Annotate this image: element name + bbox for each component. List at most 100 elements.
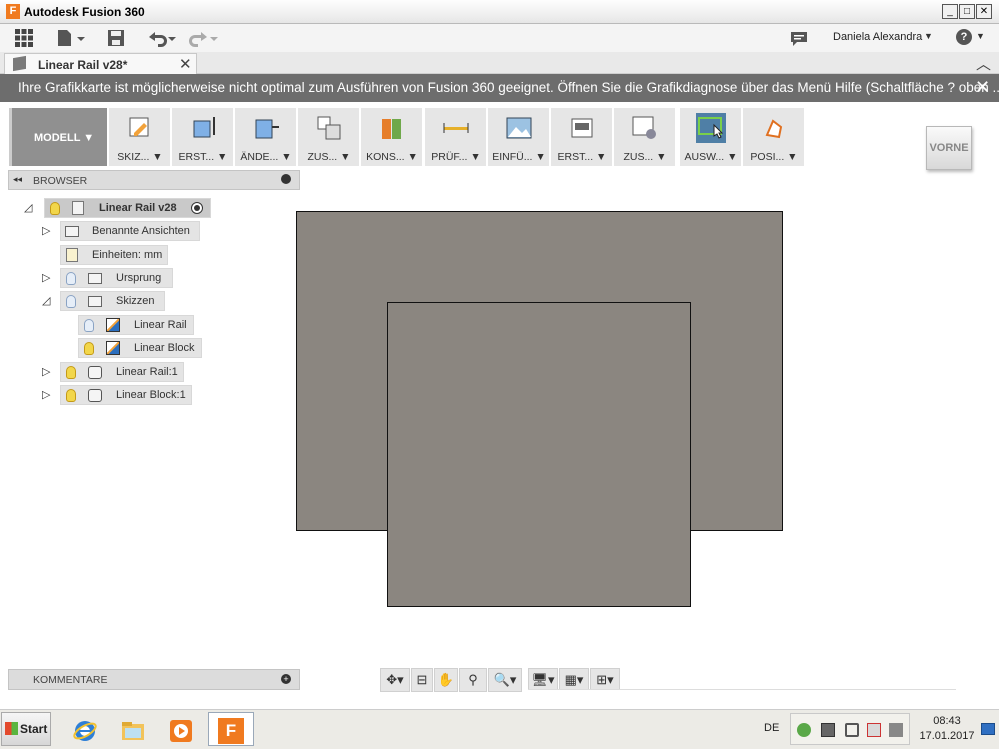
folder-icon [88, 273, 102, 284]
folder-explorer-icon [122, 722, 144, 740]
body-icon [88, 389, 102, 402]
redo-icon[interactable] [188, 28, 220, 48]
windows-flag-icon [5, 722, 18, 735]
make-icon [571, 118, 593, 138]
ribbon-group-assemble[interactable]: ZUS... ▼ [298, 108, 360, 166]
ribbon-group-addins[interactable]: ZUS... ▼ [614, 108, 676, 166]
visibility-bulb-icon[interactable] [66, 295, 76, 308]
action-center-icon[interactable] [867, 723, 881, 737]
tree-node-body-linear-rail-1[interactable]: Linear Rail:1 [60, 362, 184, 382]
comments-panel-header[interactable]: KOMMENTARE + [8, 669, 300, 690]
ribbon-group-insert[interactable]: EINFÜ... ▼ [488, 108, 550, 166]
viewcube[interactable]: VORNE [926, 126, 972, 170]
close-warning-icon[interactable]: ✕ [975, 77, 990, 98]
expand-linear-rail-1-icon[interactable]: ▷ [42, 365, 54, 379]
collapse-sketches-icon[interactable]: ◿ [42, 294, 54, 308]
visibility-bulb-icon[interactable] [66, 389, 76, 402]
tree-node-named-views[interactable]: Benannte Ansichten [60, 221, 200, 241]
fusion360-icon: F [218, 718, 244, 744]
expand-named-views-icon[interactable]: ▷ [42, 224, 54, 238]
show-desktop-button[interactable] [981, 714, 997, 744]
user-caret-icon[interactable]: ▼ [924, 31, 933, 41]
taskbar-ie[interactable] [62, 712, 108, 746]
units-document-icon [66, 248, 78, 262]
ribbon-group-make[interactable]: ERST... ▼ [551, 108, 613, 166]
tree-node-origin[interactable]: Ursprung [60, 268, 173, 288]
create-icon [193, 117, 215, 138]
linear-block-body[interactable] [387, 302, 691, 607]
power-icon[interactable] [889, 723, 903, 737]
inspect-icon [443, 123, 469, 133]
modify-icon [255, 119, 279, 139]
ribbon-group-inspect[interactable]: PRÜF... ▼ [425, 108, 487, 166]
visibility-bulb-icon[interactable] [84, 319, 94, 332]
activate-component-icon[interactable] [191, 202, 203, 214]
zoom-icon[interactable]: 🔍▾ [488, 668, 522, 692]
maximize-button[interactable]: □ [959, 4, 975, 19]
user-name[interactable]: Daniela Alexandra [833, 31, 922, 43]
volume-icon[interactable] [845, 723, 859, 737]
help-caret-icon[interactable]: ▼ [976, 31, 985, 41]
browser-minimize-icon[interactable] [281, 174, 291, 184]
workspace-label: MODELL ▼ [34, 132, 95, 144]
add-comment-icon[interactable]: + [281, 674, 291, 684]
visibility-bulb-icon[interactable] [84, 342, 94, 355]
save-icon[interactable] [106, 28, 126, 48]
workspace-switcher[interactable]: MODELL ▼ [9, 108, 107, 166]
window-title: Autodesk Fusion 360 [24, 5, 145, 19]
ribbon-group-position[interactable]: POSI... ▼ [743, 108, 805, 166]
tree-node-sketches[interactable]: Skizzen [60, 291, 165, 311]
expand-origin-icon[interactable]: ▷ [42, 271, 54, 285]
document-tab[interactable]: Linear Rail v28* ✕ [4, 53, 197, 74]
window-titlebar: F Autodesk Fusion 360 _ □ ✕ [0, 0, 999, 24]
undo-icon[interactable] [146, 28, 178, 48]
taskbar-explorer[interactable] [110, 712, 156, 746]
look-at-icon[interactable]: ⊟ [411, 668, 433, 692]
ribbon-group-label: ÄNDE... ▼ [240, 151, 292, 163]
close-window-button[interactable]: ✕ [976, 4, 992, 19]
sketch-icon [129, 117, 149, 137]
app-grid-icon[interactable] [14, 28, 34, 48]
security-shield-icon[interactable] [797, 723, 811, 737]
comments-icon[interactable] [790, 28, 808, 48]
expand-linear-block-1-icon[interactable]: ▷ [42, 388, 54, 402]
select-icon [696, 113, 726, 143]
ribbon-group-select[interactable]: AUSW... ▼ [680, 108, 742, 166]
ribbon-group-label: PRÜF... ▼ [431, 151, 481, 163]
ribbon-group-construct[interactable]: KONS... ▼ [361, 108, 423, 166]
taskbar-media-player[interactable] [158, 712, 204, 746]
browser-collapse-icon[interactable]: ◂◂ [13, 174, 22, 185]
tree-node-sketch-linear-block[interactable]: Linear Block [78, 338, 202, 358]
file-menu-icon[interactable] [56, 28, 86, 48]
taskbar-fusion360[interactable]: F [208, 712, 254, 746]
browser-header[interactable]: ◂◂ BROWSER [8, 170, 300, 190]
clock-time: 08:43 [933, 715, 961, 727]
ribbon-group-sketch[interactable]: SKIZ... ▼ [109, 108, 171, 166]
visibility-bulb-icon[interactable] [66, 366, 76, 379]
visibility-bulb-icon[interactable] [50, 202, 60, 215]
pan-icon[interactable]: ✋ [434, 668, 458, 692]
tree-node-body-linear-block-1[interactable]: Linear Block:1 [60, 385, 192, 405]
language-indicator[interactable]: DE [764, 722, 779, 734]
ribbon-group-modify[interactable]: ÄNDE... ▼ [235, 108, 297, 166]
tree-node-sketch-linear-rail[interactable]: Linear Rail [78, 315, 194, 335]
timeline-strip[interactable] [528, 689, 956, 696]
clock[interactable]: 08:43 17.01.2017 [914, 714, 980, 744]
help-icon[interactable]: ? [956, 29, 972, 45]
ribbon-group-label: SKIZ... ▼ [117, 151, 163, 163]
visibility-bulb-icon[interactable] [66, 272, 76, 285]
root-collapse-icon[interactable]: ◿ [24, 201, 36, 215]
quick-access-toolbar: Daniela Alexandra ▼ ? ▼ [0, 24, 999, 52]
zoom-window-icon[interactable]: ⚲ [459, 668, 487, 692]
tree-node-units[interactable]: Einheiten: mm [60, 245, 168, 265]
ribbon-group-create[interactable]: ERST... ▼ [172, 108, 234, 166]
tree-label: Linear Block [134, 342, 195, 354]
collapse-tabs-icon[interactable]: ︿ [976, 53, 991, 74]
tree-node-root[interactable]: Linear Rail v28 [44, 198, 211, 218]
close-tab-icon[interactable]: ✕ [179, 55, 192, 73]
tree-label: Linear Rail [134, 319, 187, 331]
orbit-icon[interactable]: ✥▾ [380, 668, 410, 692]
minimize-button[interactable]: _ [942, 4, 958, 19]
start-button[interactable]: Start [1, 712, 51, 746]
network-icon[interactable] [821, 723, 835, 737]
